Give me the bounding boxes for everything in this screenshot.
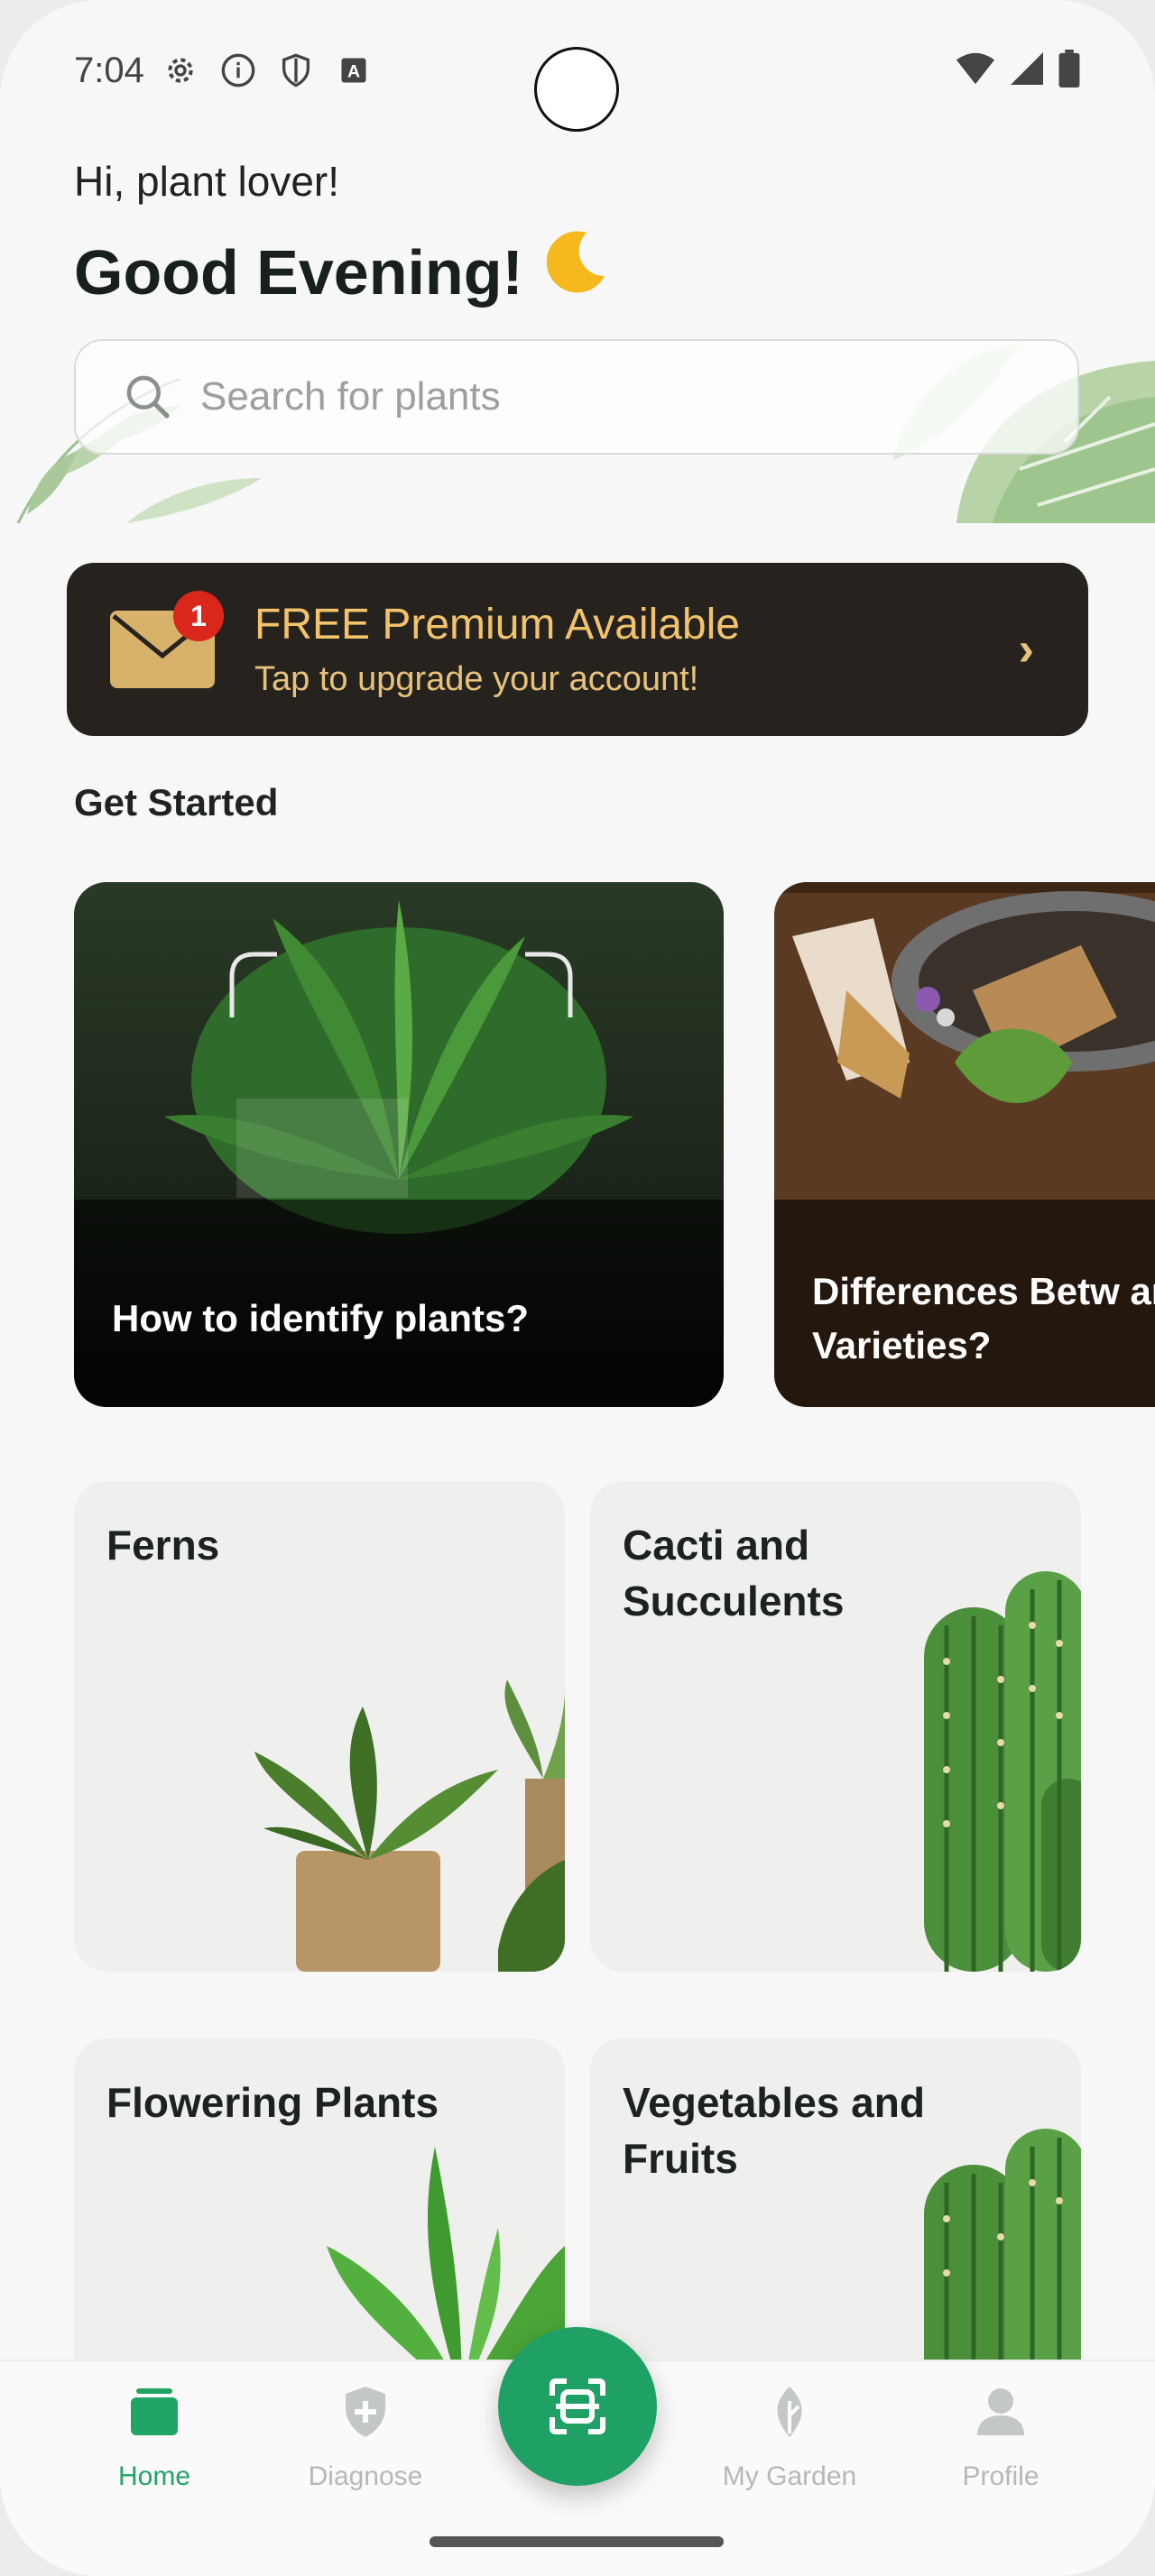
keyboard-a-icon: A (334, 51, 374, 90)
section-heading-get-started: Get Started (74, 781, 279, 823)
guide-card-varieties[interactable]: Differences Betw and Varieties? (774, 882, 1155, 1407)
wifi-icon (955, 51, 996, 91)
search-input[interactable] (199, 373, 924, 420)
shield-icon (276, 51, 316, 90)
guide-card-identify[interactable]: How to identify plants? (74, 882, 724, 1407)
notification-badge: 1 (173, 591, 224, 641)
app-screen: 7:04 A Hi, plant lover! Good Evening! Se… (0, 0, 1155, 2576)
nav-label: Home (117, 2461, 191, 2491)
category-card-ferns[interactable]: Ferns (74, 1481, 565, 1972)
battery-icon (1058, 49, 1081, 92)
leaf-icon (777, 2387, 802, 2437)
promo-title: FREE Premium Available (254, 601, 740, 649)
category-label: Vegetables and Fruits (623, 2079, 925, 2182)
category-label: Cacti and Succulents (623, 1522, 845, 1624)
svg-text:A: A (347, 62, 360, 82)
info-icon (218, 51, 258, 90)
search-icon (126, 375, 170, 419)
cellular-signal-icon (1009, 51, 1045, 91)
camera-cutout (534, 47, 619, 132)
card-label: Differences Betw and Varieties? (812, 1270, 1155, 1366)
status-time: 7:04 (74, 50, 144, 90)
category-label: Flowering Plants (106, 2079, 439, 2126)
home-icon (131, 2388, 178, 2435)
nav-item-profile[interactable]: Profile (924, 2383, 1077, 2492)
card-label: How to identify plants? (112, 1297, 529, 1339)
nav-item-home[interactable]: Home (78, 2383, 231, 2492)
category-card-cacti[interactable]: Cacti and Succulents (590, 1481, 1081, 1972)
settings-icon (161, 51, 200, 90)
greeting-text: Hi, plant lover! (74, 158, 340, 205)
search-bar[interactable] (74, 339, 1079, 455)
nav-item-my-garden[interactable]: My Garden (713, 2383, 866, 2492)
nav-label: My Garden (722, 2461, 857, 2491)
moon-icon (540, 225, 612, 312)
scan-button[interactable] (498, 2327, 657, 2486)
nav-item-diagnose[interactable]: Diagnose (289, 2383, 442, 2492)
title-text: Good Evening! (74, 237, 523, 308)
nav-label: Profile (962, 2461, 1040, 2491)
person-icon (977, 2388, 1024, 2435)
premium-banner[interactable]: 1 FREE Premium Available Tap to upgrade … (67, 563, 1088, 736)
category-label: Ferns (106, 1522, 220, 1569)
envelope-icon: 1 (110, 591, 224, 688)
scan-icon (550, 2378, 605, 2434)
shield-plus-icon (346, 2387, 385, 2437)
page-title: Good Evening! (74, 225, 612, 312)
home-indicator (430, 2536, 724, 2547)
promo-subtitle: Tap to upgrade your account! (254, 660, 699, 698)
chevron-right-icon: › (1018, 623, 1034, 676)
nav-label: Diagnose (308, 2461, 423, 2491)
